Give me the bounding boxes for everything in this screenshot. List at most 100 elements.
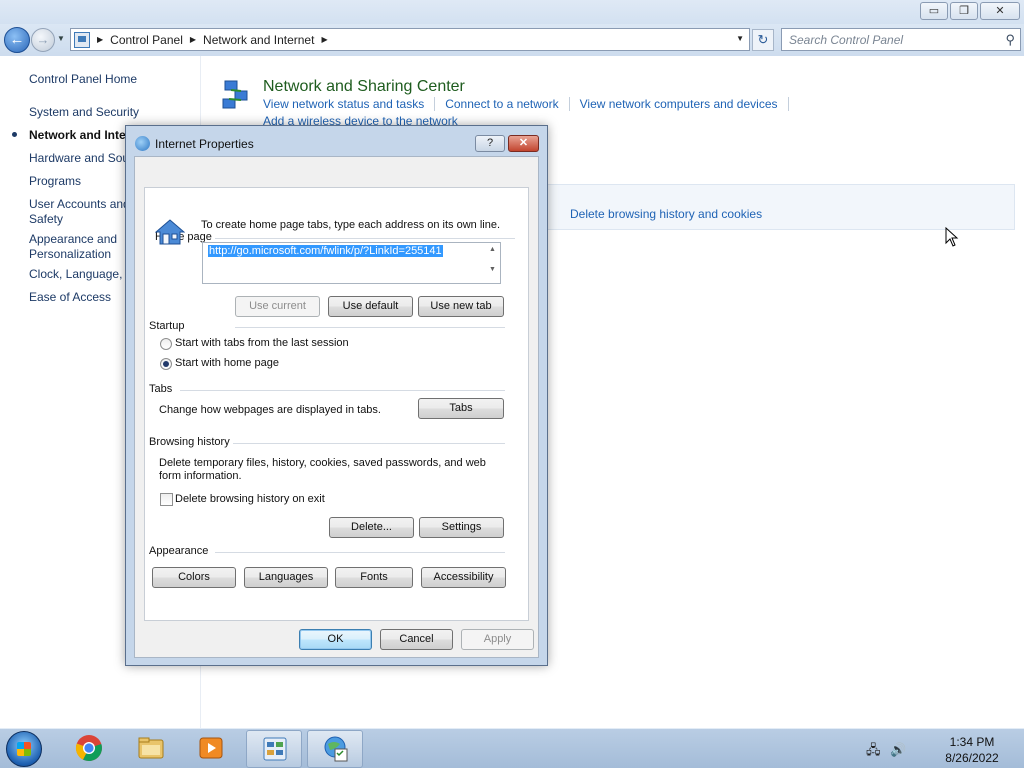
- home-page-url[interactable]: http://go.microsoft.com/fwlink/p/?LinkId…: [208, 245, 443, 257]
- chevron-right-icon[interactable]: ▶: [97, 35, 103, 44]
- chevron-right-icon[interactable]: ▶: [321, 35, 327, 44]
- scroll-down-icon[interactable]: ▼: [485, 266, 500, 273]
- use-default-button[interactable]: Use default: [328, 296, 413, 317]
- home-page-description: To create home page tabs, type each addr…: [201, 219, 501, 231]
- network-links: View network status and tasks Connect to…: [263, 97, 799, 111]
- clock-date: 8/26/2022: [945, 751, 999, 765]
- forward-button[interactable]: →: [31, 28, 55, 52]
- media-player-icon: [199, 737, 223, 759]
- group-divider: [215, 552, 505, 553]
- group-divider: [233, 443, 505, 444]
- refresh-button[interactable]: ↻: [752, 29, 774, 51]
- clock-time: 1:34 PM: [949, 735, 995, 749]
- sidebar-item-ease-of-access[interactable]: Ease of Access: [29, 290, 111, 305]
- fonts-button[interactable]: Fonts: [335, 567, 413, 588]
- link-delete-browsing-history[interactable]: Delete browsing history and cookies: [570, 207, 762, 221]
- search-input[interactable]: Search Control Panel ⚲: [781, 28, 1021, 51]
- dialog-titlebar[interactable]: Internet Properties ? ✕: [126, 126, 547, 156]
- sidebar-item-system-security[interactable]: System and Security: [29, 105, 139, 120]
- tabs-button[interactable]: Tabs: [418, 398, 504, 419]
- taskbar-clock[interactable]: 1:34 PM 8/26/2022: [930, 734, 1014, 766]
- maximize-button[interactable]: ❐: [950, 2, 978, 20]
- control-panel-icon: [263, 737, 287, 761]
- chrome-icon: [75, 735, 102, 762]
- network-status-icon[interactable]: 🖧: [866, 742, 881, 757]
- sidebar-item-appearance[interactable]: Appearance and: [29, 232, 117, 247]
- appearance-group-label: Appearance: [149, 545, 212, 557]
- delete-on-exit-checkbox[interactable]: [160, 493, 173, 506]
- apply-button[interactable]: Apply: [461, 629, 534, 650]
- internet-options-row: Delete browsing history and cookies: [547, 184, 1015, 230]
- close-button[interactable]: ✕: [980, 2, 1020, 20]
- help-button[interactable]: ?: [475, 135, 505, 152]
- address-field[interactable]: ▶ Control Panel ▶ Network and Internet ▶…: [70, 28, 750, 51]
- dialog-body: Home page To create home page tabs, type…: [134, 156, 539, 658]
- taskbar-chrome[interactable]: [61, 730, 117, 768]
- window-caption-buttons: ▭ ❐ ✕: [920, 2, 1020, 20]
- link-divider: [434, 97, 436, 111]
- current-item-bullet: [12, 132, 17, 137]
- link-view-network-computers[interactable]: View network computers and devices: [580, 97, 778, 111]
- mouse-cursor-icon: [945, 227, 959, 247]
- network-sharing-center-title[interactable]: Network and Sharing Center: [263, 78, 465, 96]
- chevron-right-icon[interactable]: ▶: [190, 35, 196, 44]
- scroll-up-icon[interactable]: ▲: [485, 246, 500, 253]
- accessibility-button[interactable]: Accessibility: [421, 567, 506, 588]
- back-button[interactable]: ←: [4, 27, 30, 53]
- tabs-group-label: Tabs: [149, 383, 176, 395]
- sidebar-item-appearance-line2[interactable]: Personalization: [29, 247, 111, 262]
- sidebar-item-hardware-sound[interactable]: Hardware and Sou: [29, 151, 129, 166]
- radio-last-session[interactable]: [160, 338, 172, 350]
- radio-home-page-label[interactable]: Start with home page: [175, 357, 279, 369]
- home-page-url-textarea[interactable]: http://go.microsoft.com/fwlink/p/?LinkId…: [202, 242, 501, 284]
- use-current-button[interactable]: Use current: [235, 296, 320, 317]
- tabs-description: Change how webpages are displayed in tab…: [159, 404, 381, 416]
- url-scrollbar[interactable]: ▲ ▼: [485, 243, 500, 283]
- general-tab-page: Home page To create home page tabs, type…: [144, 187, 529, 621]
- address-dropdown-icon[interactable]: ▼: [736, 34, 744, 43]
- taskbar-media-player[interactable]: [183, 730, 239, 768]
- link-connect-to-network[interactable]: Connect to a network: [445, 97, 558, 111]
- breadcrumb-control-panel[interactable]: Control Panel: [110, 33, 183, 47]
- colors-button[interactable]: Colors: [152, 567, 236, 588]
- home-icon: [155, 219, 185, 245]
- taskbar: 🖧 🔊 1:34 PM 8/26/2022: [0, 728, 1024, 768]
- address-bar: ← → ▼ ▶ Control Panel ▶ Network and Inte…: [0, 24, 1024, 56]
- start-button[interactable]: [6, 731, 42, 767]
- taskbar-file-explorer[interactable]: [123, 730, 179, 768]
- taskbar-control-panel[interactable]: [246, 730, 302, 768]
- sidebar-item-programs[interactable]: Programs: [29, 174, 81, 189]
- browsing-history-description-line1: Delete temporary files, history, cookies…: [159, 457, 486, 469]
- sidebar-item-clock-language[interactable]: Clock, Language, a: [29, 267, 132, 282]
- sidebar-item-control-panel-home[interactable]: Control Panel Home: [29, 72, 137, 87]
- radio-home-page[interactable]: [160, 358, 172, 370]
- delete-on-exit-label[interactable]: Delete browsing history on exit: [175, 493, 325, 505]
- network-sharing-icon: [222, 80, 248, 109]
- cancel-button[interactable]: Cancel: [380, 629, 453, 650]
- internet-options-icon: [324, 736, 348, 762]
- dialog-title: Internet Properties: [155, 137, 254, 151]
- radio-last-session-label[interactable]: Start with tabs from the last session: [175, 337, 349, 349]
- volume-icon[interactable]: 🔊: [890, 742, 906, 757]
- sidebar-item-network-internet[interactable]: Network and Inte: [29, 128, 126, 143]
- breadcrumb-network-and-internet[interactable]: Network and Internet: [203, 33, 314, 47]
- ok-button[interactable]: OK: [299, 629, 372, 650]
- settings-button[interactable]: Settings: [419, 517, 504, 538]
- use-new-tab-button[interactable]: Use new tab: [418, 296, 504, 317]
- delete-button[interactable]: Delete...: [329, 517, 414, 538]
- browsing-history-group-label: Browsing history: [149, 436, 233, 448]
- sidebar-item-user-accounts-line2[interactable]: Safety: [29, 212, 63, 227]
- sidebar-item-user-accounts[interactable]: User Accounts and: [29, 197, 130, 212]
- search-icon[interactable]: ⚲: [1005, 32, 1015, 48]
- link-view-network-status[interactable]: View network status and tasks: [263, 97, 424, 111]
- dialog-close-button[interactable]: ✕: [508, 135, 539, 152]
- minimize-button[interactable]: ▭: [920, 2, 948, 20]
- group-divider: [235, 327, 505, 328]
- recent-pages-dropdown[interactable]: ▼: [57, 34, 65, 43]
- taskbar-internet-options[interactable]: [307, 730, 363, 768]
- browsing-history-description-line2: form information.: [159, 470, 242, 482]
- group-divider: [215, 238, 515, 239]
- group-divider: [180, 390, 505, 391]
- internet-globe-icon: [135, 136, 150, 151]
- languages-button[interactable]: Languages: [244, 567, 328, 588]
